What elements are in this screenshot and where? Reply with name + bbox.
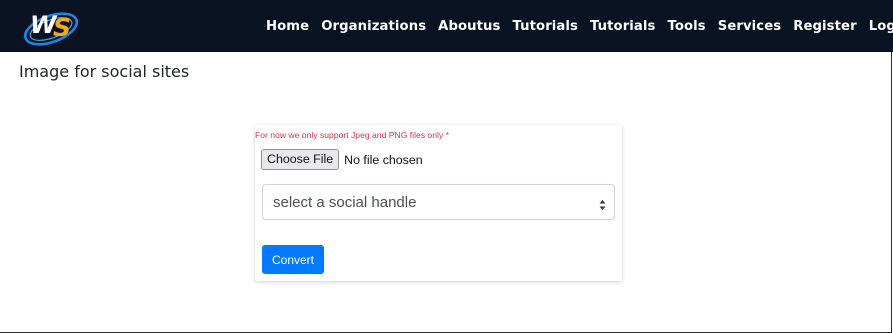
nav-tools[interactable]: Tools bbox=[668, 19, 706, 34]
nav-tutorials[interactable]: Tutorials bbox=[513, 19, 579, 34]
page-title: Image for social sites bbox=[19, 62, 190, 81]
social-handle-select[interactable]: select a social handle bbox=[262, 184, 615, 220]
file-status-text: No file chosen bbox=[344, 152, 423, 167]
navbar: W S Home Organizations Aboutus Tutorials… bbox=[0, 0, 893, 52]
main-nav: Home Organizations Aboutus Tutorials Tut… bbox=[266, 0, 893, 52]
upload-card: For now we only support Jpeg and PNG fil… bbox=[255, 125, 622, 281]
ws-logo-icon[interactable]: W S bbox=[22, 3, 82, 49]
nav-home[interactable]: Home bbox=[266, 19, 309, 34]
select-arrows-icon bbox=[599, 196, 606, 210]
nav-aboutus[interactable]: Aboutus bbox=[438, 19, 500, 34]
nav-tutorials-2[interactable]: Tutorials bbox=[590, 19, 656, 34]
nav-register[interactable]: Register bbox=[793, 19, 856, 34]
file-type-warning: For now we only support Jpeg and PNG fil… bbox=[255, 130, 449, 140]
svg-text:S: S bbox=[53, 13, 71, 42]
file-input[interactable]: Choose File No file chosen bbox=[261, 149, 423, 170]
nav-login[interactable]: Login bbox=[869, 19, 893, 34]
choose-file-button[interactable]: Choose File bbox=[261, 149, 340, 170]
nav-organizations[interactable]: Organizations bbox=[321, 19, 426, 34]
select-value: select a social handle bbox=[273, 194, 417, 211]
nav-services[interactable]: Services bbox=[718, 19, 781, 34]
convert-button[interactable]: Convert bbox=[262, 245, 324, 274]
